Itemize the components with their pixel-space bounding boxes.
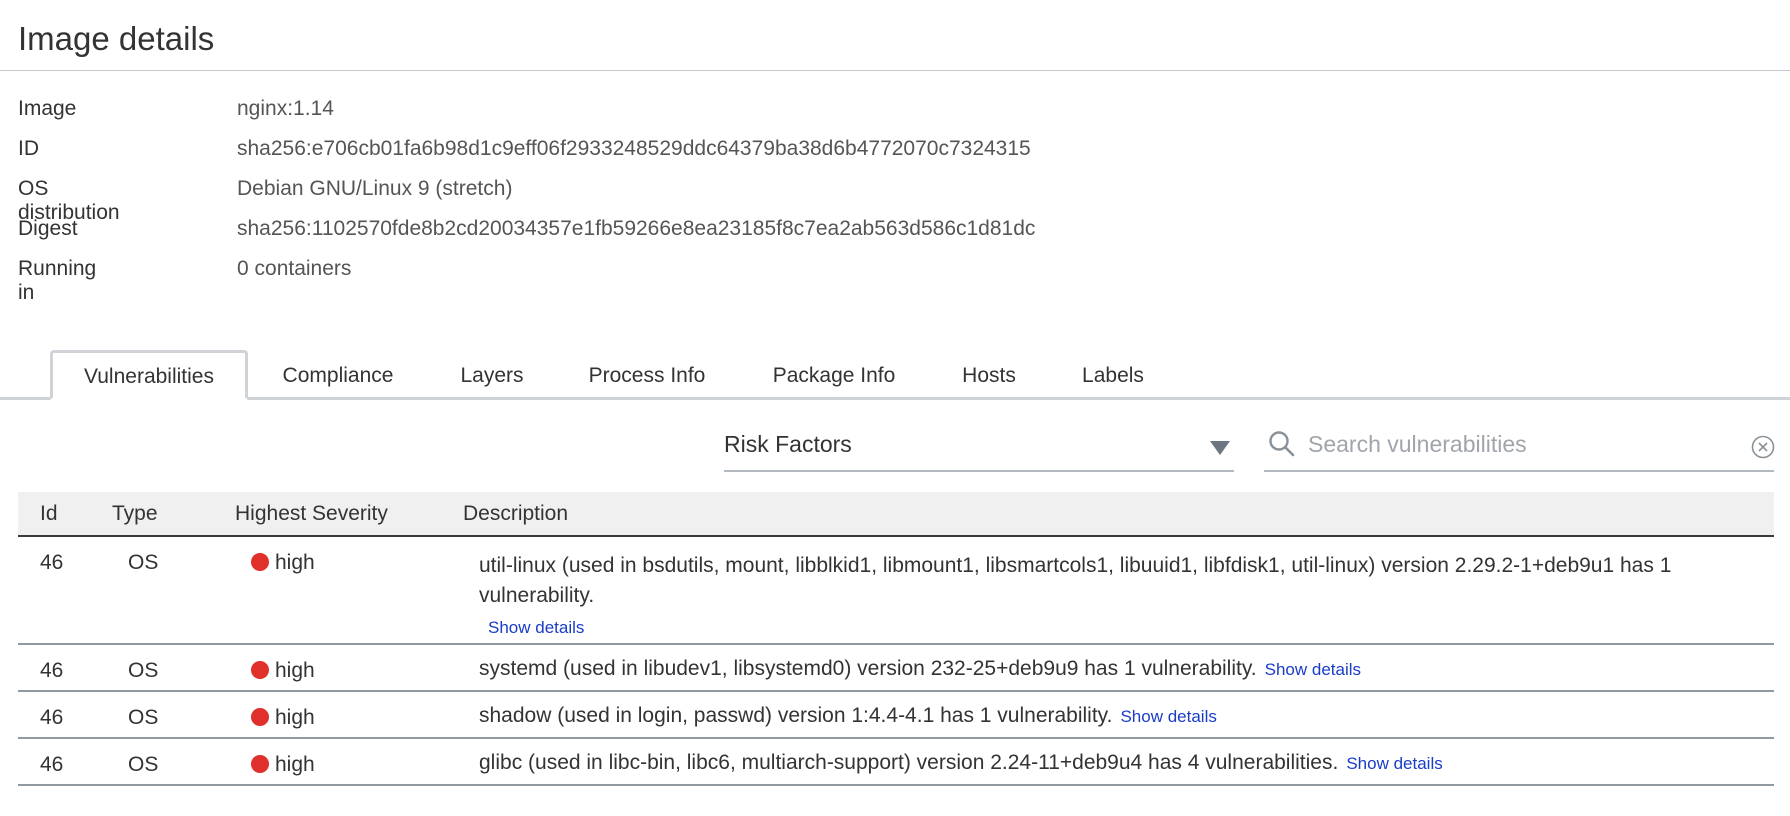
show-details-link[interactable]: Show details xyxy=(1120,707,1216,726)
severity-dot-icon xyxy=(251,661,269,679)
tab-hosts[interactable]: Hosts xyxy=(950,350,1028,399)
caret-down-icon xyxy=(1210,441,1230,455)
cell-description: glibc (used in libc-bin, libc6, multiarc… xyxy=(479,748,1749,779)
show-details-link[interactable]: Show details xyxy=(488,613,1749,643)
meta-value: Debian GNU/Linux 9 (stretch) xyxy=(237,177,513,200)
cell-id: 46 xyxy=(40,706,64,729)
show-details-link[interactable]: Show details xyxy=(1346,754,1442,773)
severity-dot-icon xyxy=(251,553,269,571)
table-row: 46 OS high util-linux (used in bsdutils,… xyxy=(18,537,1774,645)
severity-dot-icon xyxy=(251,755,269,773)
cell-severity: high xyxy=(251,659,315,683)
clear-icon[interactable] xyxy=(1750,434,1776,460)
cell-id: 46 xyxy=(40,551,64,574)
cell-description: shadow (used in login, passwd) version 1… xyxy=(479,701,1749,732)
search-box xyxy=(1264,420,1776,472)
tab-package-info[interactable]: Package Info xyxy=(760,350,908,399)
severity-label: high xyxy=(275,706,315,729)
column-header-type[interactable]: Type xyxy=(112,502,158,526)
search-input[interactable] xyxy=(1308,428,1728,460)
table-header: Id Type Highest Severity Description xyxy=(18,492,1774,537)
cell-id: 46 xyxy=(40,659,64,682)
show-details-link[interactable]: Show details xyxy=(1265,660,1361,679)
meta-value: nginx:1.14 xyxy=(237,97,334,120)
description-text: shadow (used in login, passwd) version 1… xyxy=(479,704,1113,727)
severity-label: high xyxy=(275,551,315,574)
description-text: util-linux (used in bsdutils, mount, lib… xyxy=(479,554,1672,607)
cell-type: OS xyxy=(128,659,159,682)
table-row: 46 OS high glibc (used in libc-bin, libc… xyxy=(18,739,1774,786)
tab-process-info[interactable]: Process Info xyxy=(580,350,714,399)
tab-bar: Vulnerabilities Compliance Layers Proces… xyxy=(0,350,1790,400)
cell-type: OS xyxy=(128,551,159,574)
title-divider xyxy=(0,70,1790,71)
column-header-id[interactable]: Id xyxy=(40,502,58,526)
cell-severity: high xyxy=(251,551,315,575)
severity-label: high xyxy=(275,753,315,776)
description-text: glibc (used in libc-bin, libc6, multiarc… xyxy=(479,751,1339,774)
severity-label: high xyxy=(275,659,315,682)
meta-label: Running in xyxy=(18,257,97,304)
page-title: Image details xyxy=(18,20,215,57)
cell-description: systemd (used in libudev1, libsystemd0) … xyxy=(479,654,1749,685)
tab-compliance[interactable]: Compliance xyxy=(268,350,408,399)
description-text: systemd (used in libudev1, libsystemd0) … xyxy=(479,657,1257,680)
tab-labels[interactable]: Labels xyxy=(1074,350,1152,399)
column-header-description[interactable]: Description xyxy=(463,502,568,526)
meta-label: Digest xyxy=(18,217,78,240)
cell-type: OS xyxy=(128,753,159,776)
tab-vulnerabilities[interactable]: Vulnerabilities xyxy=(50,350,248,400)
meta-value: sha256:e706cb01fa6b98d1c9eff06f293324852… xyxy=(237,137,1031,160)
table-row: 46 OS high systemd (used in libudev1, li… xyxy=(18,645,1774,692)
severity-dot-icon xyxy=(251,708,269,726)
meta-value: sha256:1102570fde8b2cd20034357e1fb59266e… xyxy=(237,217,1036,240)
meta-value: 0 containers xyxy=(237,257,352,280)
cell-severity: high xyxy=(251,706,315,730)
risk-factors-dropdown[interactable]: Risk Factors xyxy=(724,420,1234,472)
cell-type: OS xyxy=(128,706,159,729)
cell-description: util-linux (used in bsdutils, mount, lib… xyxy=(479,551,1749,643)
risk-factors-label: Risk Factors xyxy=(724,431,852,457)
tab-layers[interactable]: Layers xyxy=(445,350,539,399)
table-row: 46 OS high shadow (used in login, passwd… xyxy=(18,692,1774,739)
meta-label: Image xyxy=(18,97,77,120)
cell-id: 46 xyxy=(40,753,64,776)
cell-severity: high xyxy=(251,753,315,777)
search-icon xyxy=(1269,431,1295,457)
vulnerabilities-table: Id Type Highest Severity Description 46 … xyxy=(18,492,1774,786)
column-header-highest-severity[interactable]: Highest Severity xyxy=(235,502,388,526)
meta-label: ID xyxy=(18,137,39,160)
